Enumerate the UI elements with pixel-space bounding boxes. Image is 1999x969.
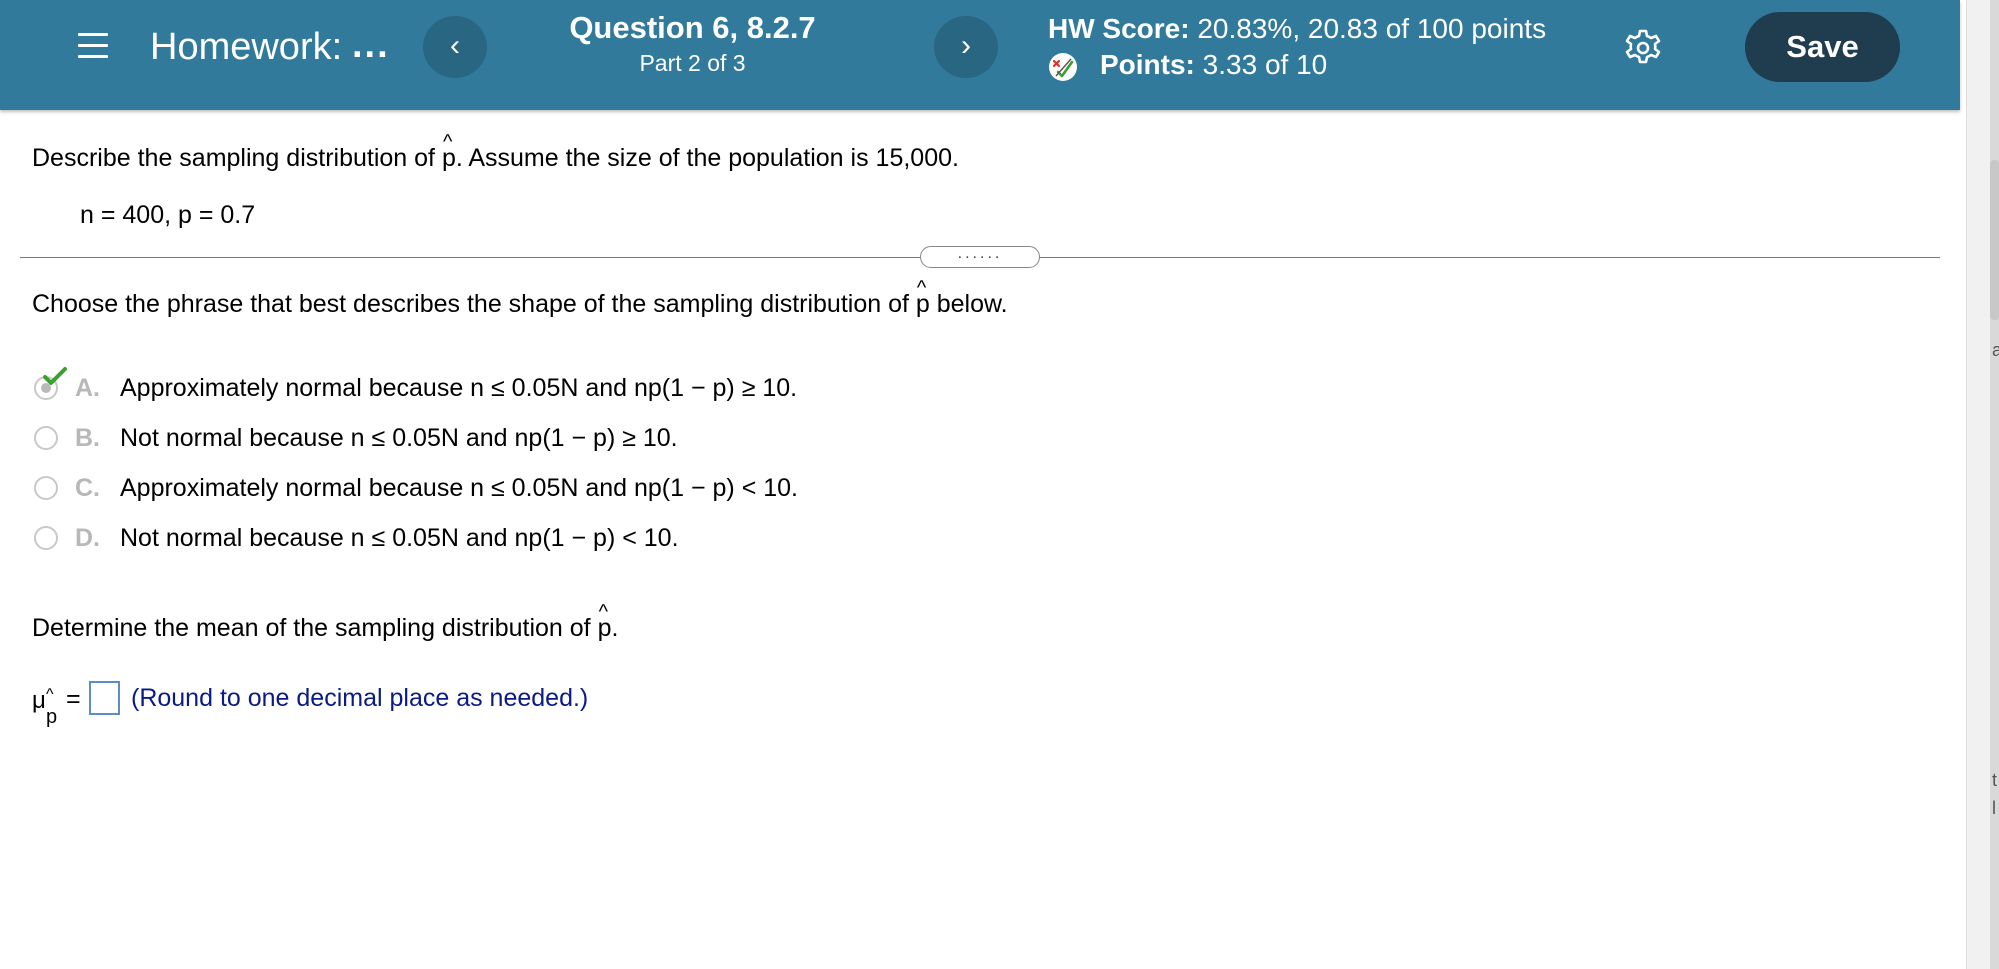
mu-symbol: μ — [32, 687, 46, 714]
correct-check-icon — [43, 367, 67, 385]
option-c-letter: C. — [75, 474, 100, 502]
part2-question-after: . — [611, 614, 619, 642]
previous-question-button[interactable]: ‹ — [423, 16, 487, 78]
option-c-text: Approximately normal because n ≤ 0.05N a… — [120, 474, 799, 502]
homework-title: Homework: — [150, 26, 343, 68]
part1-question-before: Choose the phrase that best describes th… — [32, 290, 916, 318]
option-a-text: Approximately normal because n ≤ 0.05N a… — [120, 374, 798, 402]
part1-question: Choose the phrase that best describes th… — [32, 272, 1008, 320]
edge-text-l: l — [1992, 798, 1996, 818]
option-b-letter: B. — [75, 424, 100, 452]
given-values: n = 400, p = 0.7 — [80, 201, 256, 229]
problem-prompt-after: . Assume the size of the population is 1… — [455, 144, 959, 172]
side-panel-edge — [1990, 0, 1999, 969]
next-question-button[interactable]: › — [934, 16, 998, 78]
part2-question-before: Determine the mean of the sampling distr… — [32, 614, 598, 642]
option-d-text: Not normal because n ≤ 0.05N and np(1 − … — [120, 524, 679, 552]
equals-sign: = — [66, 685, 81, 713]
menu-icon[interactable] — [78, 32, 108, 60]
scrollbar-thumb[interactable] — [1990, 160, 1999, 320]
part1-question-after: below. — [929, 290, 1008, 318]
points-value: 3.33 of 10 — [1202, 49, 1328, 80]
option-a-letter: A. — [75, 374, 100, 402]
hw-score: HW Score: 20.83%, 20.83 of 100 points — [1048, 12, 1546, 46]
divider-handle[interactable]: ...... — [920, 246, 1040, 268]
points-label: Points: — [1100, 49, 1195, 80]
scrollbar-track[interactable] — [1966, 0, 1991, 969]
option-c-radio[interactable] — [34, 476, 58, 500]
option-b-text: Not normal because n ≤ 0.05N and np(1 − … — [120, 424, 678, 452]
gear-icon[interactable] — [1623, 28, 1663, 68]
mu-subscript: p — [46, 706, 58, 728]
p-hat-symbol: p — [598, 596, 612, 644]
hw-score-value: 20.83%, 20.83 of 100 points — [1197, 13, 1547, 44]
question-part: Part 2 of 3 — [639, 50, 746, 76]
mean-answer-input[interactable] — [89, 681, 120, 715]
save-button[interactable]: Save — [1745, 12, 1900, 82]
option-d-letter: D. — [75, 524, 100, 552]
hw-score-label: HW Score: — [1048, 13, 1190, 44]
partial-credit-icon — [1049, 53, 1077, 81]
page: Homework: ... ‹ Question 6, 8.2.7 Part 2… — [0, 0, 1999, 969]
problem-prompt: Describe the sampling distribution of p.… — [32, 126, 959, 174]
problem-prompt-before: Describe the sampling distribution of — [32, 144, 442, 172]
p-hat-symbol: p — [916, 272, 930, 320]
option-b-radio[interactable] — [34, 426, 58, 450]
header-bar: Homework: ... ‹ Question 6, 8.2.7 Part 2… — [0, 0, 1960, 110]
points: Points: 3.33 of 10 — [1100, 48, 1327, 82]
homework-more-button[interactable]: ... — [352, 22, 390, 68]
edge-text-t: t — [1992, 770, 1998, 790]
edge-text-a: a — [1992, 340, 1999, 360]
rounding-hint: (Round to one decimal place as needed.) — [131, 684, 589, 712]
mu-hat-symbol: ^ — [46, 686, 54, 703]
part2-question: Determine the mean of the sampling distr… — [32, 596, 619, 644]
option-d-radio[interactable] — [34, 526, 58, 550]
p-hat-symbol: p — [442, 126, 456, 174]
question-title: Question 6, 8.2.7 — [569, 10, 816, 45]
